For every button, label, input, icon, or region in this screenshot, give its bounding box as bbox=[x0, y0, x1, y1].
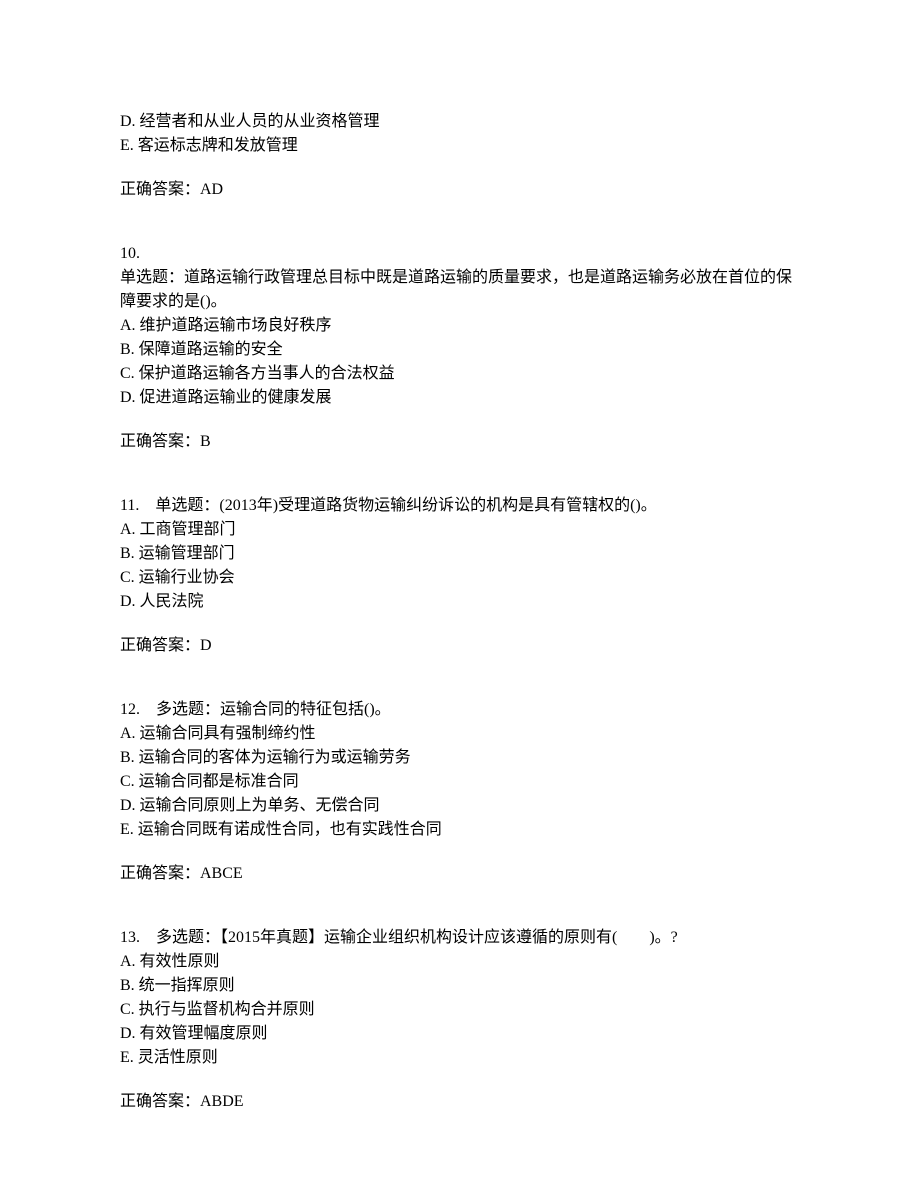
option-a: A. 运输合同具有强制缔约性 bbox=[120, 722, 800, 746]
question-12: 12. 多选题：运输合同的特征包括()。 A. 运输合同具有强制缔约性 B. 运… bbox=[120, 698, 800, 886]
option-a: A. 维护道路运输市场良好秩序 bbox=[120, 314, 800, 338]
option-d: D. 运输合同原则上为单务、无偿合同 bbox=[120, 794, 800, 818]
option-b: B. 统一指挥原则 bbox=[120, 974, 800, 998]
correct-answer: 正确答案：ABDE bbox=[120, 1090, 800, 1114]
option-d: D. 有效管理幅度原则 bbox=[120, 1022, 800, 1046]
option-c: C. 保护道路运输各方当事人的合法权益 bbox=[120, 362, 800, 386]
question-stem: 13. 多选题：【2015年真题】运输企业组织机构设计应该遵循的原则有( )。? bbox=[120, 926, 800, 950]
correct-answer: 正确答案：AD bbox=[120, 178, 800, 202]
option-e: E. 运输合同既有诺成性合同，也有实践性合同 bbox=[120, 818, 800, 842]
question-13: 13. 多选题：【2015年真题】运输企业组织机构设计应该遵循的原则有( )。?… bbox=[120, 926, 800, 1114]
correct-answer: 正确答案：B bbox=[120, 430, 800, 454]
option-a: A. 有效性原则 bbox=[120, 950, 800, 974]
option-d: D. 经营者和从业人员的从业资格管理 bbox=[120, 110, 800, 134]
option-b: B. 保障道路运输的安全 bbox=[120, 338, 800, 362]
option-c: C. 运输合同都是标准合同 bbox=[120, 770, 800, 794]
option-c: C. 执行与监督机构合并原则 bbox=[120, 998, 800, 1022]
question-stem: 11. 单选题：(2013年)受理道路货物运输纠纷诉讼的机构是具有管辖权的()。 bbox=[120, 494, 800, 518]
correct-answer: 正确答案：ABCE bbox=[120, 862, 800, 886]
option-e: E. 灵活性原则 bbox=[120, 1046, 800, 1070]
question-number: 10. bbox=[120, 242, 800, 266]
question-9-tail: D. 经营者和从业人员的从业资格管理 E. 客运标志牌和发放管理 正确答案：AD bbox=[120, 110, 800, 202]
correct-answer: 正确答案：D bbox=[120, 634, 800, 658]
option-c: C. 运输行业协会 bbox=[120, 566, 800, 590]
question-stem: 单选题：道路运输行政管理总目标中既是道路运输的质量要求，也是道路运输务必放在首位… bbox=[120, 266, 800, 314]
option-a: A. 工商管理部门 bbox=[120, 518, 800, 542]
option-d: D. 促进道路运输业的健康发展 bbox=[120, 386, 800, 410]
option-b: B. 运输管理部门 bbox=[120, 542, 800, 566]
question-11: 11. 单选题：(2013年)受理道路货物运输纠纷诉讼的机构是具有管辖权的()。… bbox=[120, 494, 800, 658]
option-b: B. 运输合同的客体为运输行为或运输劳务 bbox=[120, 746, 800, 770]
question-10: 10. 单选题：道路运输行政管理总目标中既是道路运输的质量要求，也是道路运输务必… bbox=[120, 242, 800, 454]
option-e: E. 客运标志牌和发放管理 bbox=[120, 134, 800, 158]
question-stem: 12. 多选题：运输合同的特征包括()。 bbox=[120, 698, 800, 722]
option-d: D. 人民法院 bbox=[120, 590, 800, 614]
